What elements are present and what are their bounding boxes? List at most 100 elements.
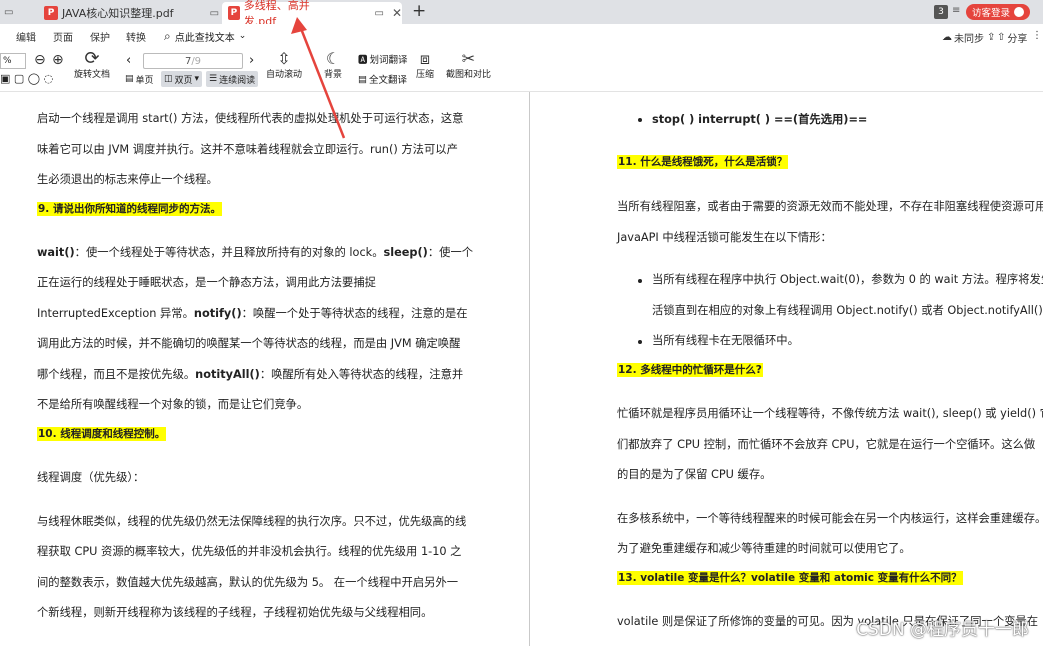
single-page-button[interactable]: ▤ 单页: [122, 71, 157, 87]
page-divider: [529, 92, 530, 646]
pdf-icon: P: [44, 6, 58, 20]
page-number-input[interactable]: 7 /9: [143, 53, 243, 69]
menu-bar: 编辑 页面 保护 转换 ⌕ 点此查找文本 ⌄ ☁ 未同步 ⇪ ⇧ 分享 ⋮: [0, 24, 1043, 48]
upload-icon: ⇪: [987, 32, 996, 43]
menu-icon[interactable]: ≡: [952, 5, 960, 16]
rotate-icon: ⟳: [84, 48, 100, 69]
text-line: 的目的是为了保留 CPU 缓存。: [617, 468, 772, 481]
menu-convert[interactable]: 转换: [126, 29, 146, 44]
menu-page[interactable]: 页面: [53, 29, 73, 44]
watermark: CSDN @程序员十一郎: [856, 620, 1029, 640]
text-line: 哪个线程，而且不是按优先级。notityAll()：唤醒所有处入等待状态的线程，…: [37, 366, 463, 382]
search-text-button[interactable]: ⌕ 点此查找文本 ⌄: [164, 29, 246, 44]
window-icon[interactable]: ▭: [210, 8, 219, 19]
text-line: 启动一个线程是调用 start() 方法，使线程所代表的虚拟处理机处于可运行状态…: [37, 112, 464, 125]
zoom-in-icon[interactable]: ⊕: [52, 52, 64, 68]
view-mode-icons[interactable]: ▣ ▢ ◯ ◌: [0, 72, 53, 85]
rotate-label: 旋转文档: [74, 70, 111, 80]
share-button[interactable]: ⇧ 分享: [997, 30, 1027, 45]
text-line: 生必须退出的标志来停止一个线程。: [37, 173, 218, 186]
bullet-item: 当所有线程卡在无限循环中。: [652, 334, 799, 347]
tab-title: JAVA核心知识整理.pdf: [62, 7, 174, 20]
text-line: InterruptedException 异常。notify()：唤醒一个处于等…: [37, 305, 468, 321]
text-line: 不是给所有唤醒线程一个对象的锁，而是让它们竞争。: [37, 398, 309, 411]
text-line: 味着它可以由 JVM 调度并执行。这并不意味着线程就会立即运行。run() 方法…: [37, 143, 458, 156]
toolbar: % ⊖ ⊕ ▣ ▢ ◯ ◌ ⟳ 旋转文档 ‹ 7 /9 › ▤ 单页 ◫ 双页 …: [0, 48, 1043, 92]
compress-icon: ⧈: [419, 49, 431, 68]
text-span: ：使一个: [427, 246, 474, 259]
text-span: ：唤醒所有处入等待状态的线程，注意并: [259, 368, 464, 381]
tab-java-core[interactable]: P JAVA核心知识整理.pdf ▭: [38, 2, 220, 24]
text-line: wait()：使一个线程处于等待状态，并且释放所持有的对象的 lock。slee…: [37, 244, 473, 260]
window-icon[interactable]: ▭: [374, 8, 383, 19]
zoom-value: %: [3, 56, 12, 66]
monitor-icon[interactable]: ▭: [4, 7, 13, 18]
continuous-label: 连续阅读: [219, 75, 256, 86]
chevron-down-icon: ▾: [194, 74, 200, 84]
sleep-term: sleep(): [383, 246, 428, 259]
single-label: 单页: [135, 75, 154, 86]
text-line: 个新线程，则新开线程称为该线程的子线程，子线程初始优先级与父线程相同。: [37, 606, 433, 619]
login-button[interactable]: 访客登录: [966, 4, 1031, 20]
double-page-button[interactable]: ◫ 双页 ▾: [161, 71, 203, 87]
heading-10: 10. 线程调度和线程控制。: [37, 426, 167, 441]
more-icon[interactable]: ⋮: [1032, 30, 1042, 41]
word-translate-label: 划词翻译: [369, 55, 408, 66]
compress-button[interactable]: ⧈ 压缩: [416, 49, 434, 81]
tab-multithread[interactable]: P 多线程、高并发.pdf ▭ ✕: [222, 0, 402, 28]
background-label: 背景: [324, 70, 343, 80]
text-line: 为了避免重建缓存和减少等待重建的时间就可以使用它了。: [617, 542, 911, 555]
share-label: 分享: [1007, 34, 1028, 45]
text-line: 们都放弃了 CPU 控制，而忙循环不会放弃 CPU，它就是在运行一个空循环。这么…: [617, 438, 1036, 451]
autoscroll-icon: ⇳: [277, 49, 291, 68]
notify-term: notify(): [193, 307, 242, 320]
double-label: 双页: [174, 75, 193, 86]
document-translate-icon: ▤: [358, 73, 367, 85]
cloud-icon: ☁: [942, 32, 952, 43]
menu-edit[interactable]: 编辑: [16, 29, 36, 44]
next-page-icon[interactable]: ›: [249, 53, 254, 68]
text-line: 当所有线程阻塞，或者由于需要的资源无效而不能处理，不存在非阻塞线程使资源可用。: [617, 200, 1043, 213]
bullet-item: stop( ) interrupt( ) ==(首先选用)==: [652, 113, 868, 126]
bullet: [638, 279, 642, 283]
text-line: 程获取 CPU 资源的概率较大，优先级低的并非没机会执行。线程的优先级用 1-1…: [37, 545, 462, 558]
translate-icon: 🅰: [358, 55, 368, 66]
continuous-read-button[interactable]: ☰ 连续阅读: [206, 71, 259, 87]
bullet: [638, 340, 642, 344]
page-total: /9: [191, 55, 202, 67]
chevron-down-icon: ⌄: [238, 31, 247, 41]
menu-protect[interactable]: 保护: [90, 29, 110, 44]
search-label: 点此查找文本: [174, 32, 235, 44]
new-tab-button[interactable]: +: [412, 1, 426, 21]
text-span: 哪个线程，而且不是按优先级。: [37, 368, 196, 381]
text-line: 正在运行的线程处于睡眠状态，是一个静态方法，调用此方法要捕捉: [37, 276, 376, 289]
screenshot-label: 截图和对比: [446, 70, 492, 80]
zoom-input[interactable]: %: [0, 53, 26, 69]
close-icon[interactable]: ✕: [392, 6, 402, 20]
autoscroll-button[interactable]: ⇳ 自动滚动: [266, 49, 302, 81]
zoom-out-icon[interactable]: ⊖: [34, 52, 46, 68]
screenshot-compare-button[interactable]: ✂ 截图和对比: [446, 49, 492, 81]
heading-text: 11. 什么是线程饿死，什么是活锁？: [617, 155, 789, 169]
login-label: 访客登录: [972, 8, 1011, 19]
rotate-button[interactable]: ⟳ 旋转文档: [74, 48, 111, 81]
full-translate-label: 全文翻译: [368, 75, 407, 86]
text-span: ：使一个线程处于等待状态，并且释放所持有的对象的 lock。: [74, 246, 384, 259]
page-count-badge[interactable]: 3: [934, 5, 948, 19]
full-translate-button[interactable]: ▤ 全文翻译: [358, 72, 407, 87]
sync-status[interactable]: ☁ 未同步 ⇪: [942, 30, 995, 45]
heading-text: 13. volatile 变量是什么？volatile 变量和 atomic 变…: [617, 571, 963, 585]
background-button[interactable]: ☾ 背景: [324, 51, 343, 81]
text-line: JavaAPI 中线程活锁可能发生在以下情形：: [617, 231, 832, 244]
scissors-icon: ✂: [461, 49, 476, 68]
text-line: 间的整数表示，数值越大优先级越高，默认的优先级为 5。 在一个线程中开启另外一: [37, 576, 459, 589]
prev-page-icon[interactable]: ‹: [126, 53, 131, 68]
text-line: 忙循环就是程序员用循环让一个线程等待，不像传统方法 wait(), sleep(…: [617, 407, 1043, 420]
word-translate-button[interactable]: 🅰 划词翻译: [358, 52, 408, 66]
text-line: 调用此方法的时候，并不能确切的唤醒某一个等待状态的线程，而是由 JVM 确定唤醒: [37, 337, 461, 350]
double-page-icon: ◫: [164, 74, 173, 84]
text-line: 与线程休眠类似，线程的优先级仍然无法保障线程的执行次序。只不过，优先级高的线: [37, 515, 467, 528]
heading-text: 10. 线程调度和线程控制。: [37, 427, 167, 441]
bullet-item-cont: 活锁直到在相应的对象上有线程调用 Object.notify() 或者 Obje…: [652, 304, 1043, 317]
single-page-icon: ▤: [125, 74, 134, 84]
